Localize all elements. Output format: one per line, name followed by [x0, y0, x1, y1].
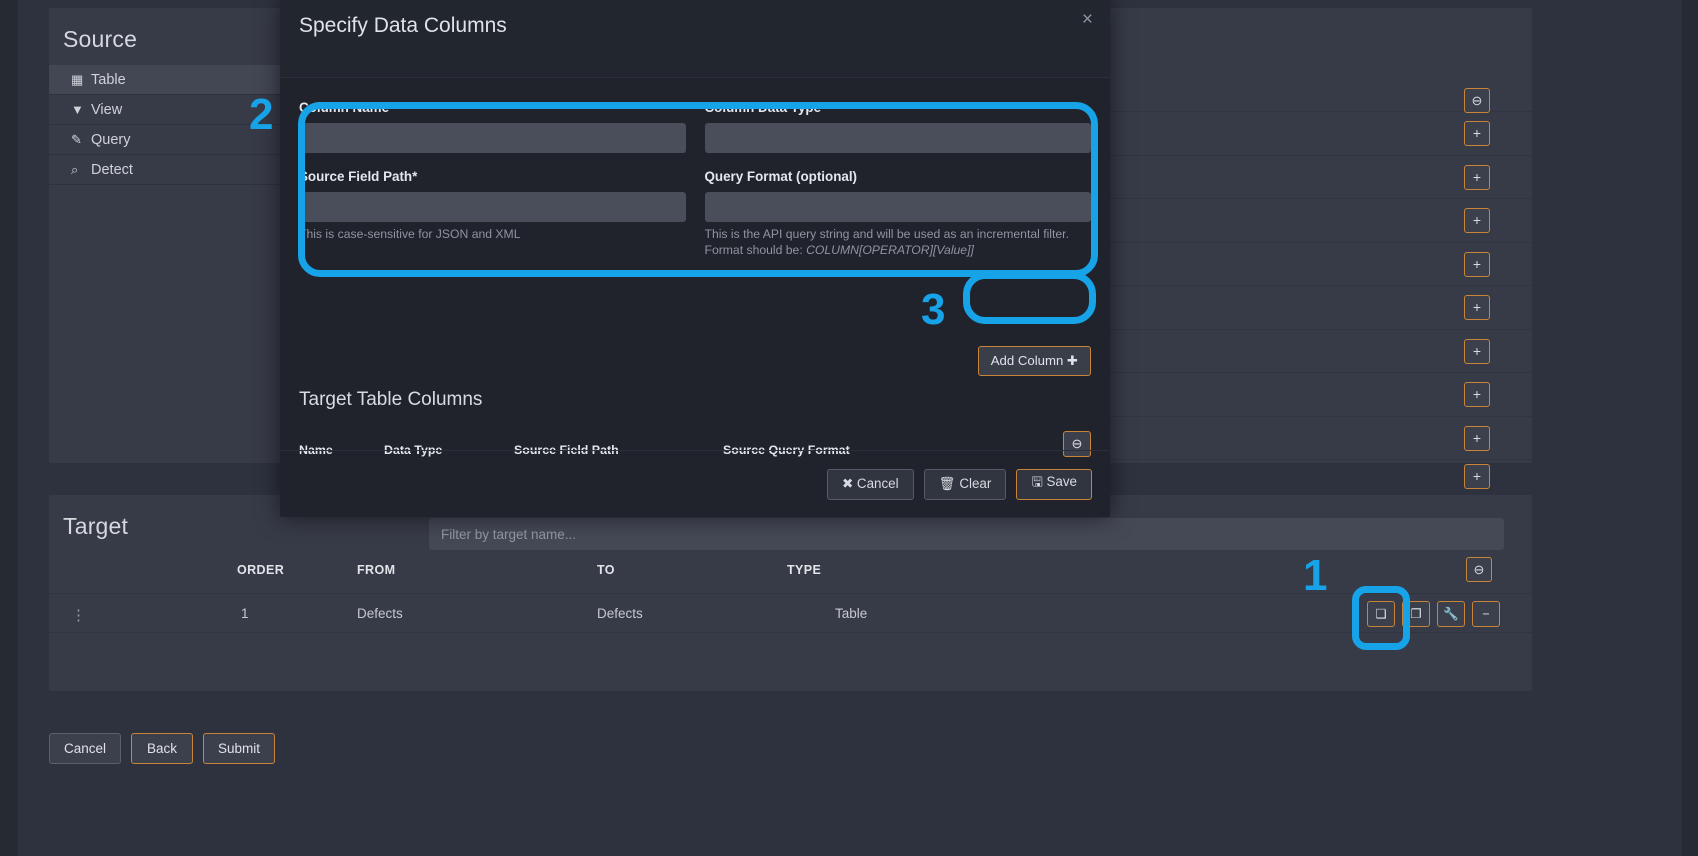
- source-add-button[interactable]: +: [1464, 464, 1490, 489]
- table-row: ⋮ 1 Defects Defects Table ❏ ❐ 🔧 −: [49, 593, 1532, 633]
- cancel-button[interactable]: Cancel: [49, 733, 122, 764]
- sidebar-item-view[interactable]: ▼ View: [49, 95, 319, 125]
- column-name-input[interactable]: [299, 123, 686, 153]
- source-field-path-input[interactable]: [299, 192, 686, 222]
- sidebar-item-detect[interactable]: ⌕ Detect: [49, 155, 319, 185]
- right-scrollbar[interactable]: [1682, 0, 1698, 856]
- cell-type: Table: [835, 606, 868, 621]
- modal-body: Column Name* Column Data Type* Source Fi…: [280, 78, 1110, 457]
- column-header-order: ORDER: [237, 563, 285, 577]
- column-data-type-input[interactable]: [704, 123, 1091, 153]
- source-add-button[interactable]: +: [1464, 208, 1490, 233]
- query-format-help-code: COLUMN[OPERATOR][Value]]: [806, 243, 974, 257]
- sidebar-item-label: Query: [91, 132, 131, 148]
- query-format-help: This is the API query string and will be…: [705, 226, 1092, 258]
- column-header-to: TO: [597, 563, 615, 577]
- edit-square-icon: ✎: [71, 132, 82, 147]
- target-filter-input[interactable]: [429, 518, 1504, 550]
- source-add-button[interactable]: +: [1464, 251, 1490, 277]
- modal-clear-button[interactable]: 🗑 Clear: [923, 468, 1007, 500]
- modal-title: Specify Data Columns: [299, 14, 507, 37]
- table-grid-icon: ▦: [71, 72, 84, 87]
- source-type-list: ▦ Table ▼ View ✎ Query ⌕ Detect: [49, 65, 319, 185]
- copy-icon-button[interactable]: ❐: [1402, 601, 1430, 627]
- cell-order: 1: [241, 606, 249, 621]
- sidebar-item-query[interactable]: ✎ Query: [49, 125, 319, 155]
- query-format-help-line1: This is the API query string and will be…: [704, 227, 1069, 241]
- column-data-type-label: Column Data Type*: [704, 100, 827, 115]
- row-actions: ❏ ❐ 🔧 −: [1367, 601, 1500, 627]
- specify-data-columns-modal: Specify Data Columns × Column Name* Colu…: [280, 0, 1110, 517]
- close-icon[interactable]: ×: [1082, 9, 1093, 31]
- target-table-header: ORDER FROM TO TYPE: [49, 563, 1532, 593]
- query-format-help-line2-prefix: Format should be:: [704, 243, 807, 257]
- sidebar-item-label: Table: [91, 72, 126, 88]
- column-data-type-group: Column Data Type*: [704, 100, 1091, 169]
- source-field-path-help: This is case-sensitive for JSON and XML: [299, 227, 521, 241]
- wizard-footer: Cancel Back Submit: [49, 733, 276, 764]
- sidebar-item-label: View: [91, 102, 123, 118]
- filter-icon: ▼: [71, 102, 84, 117]
- modal-footer: ✖ Cancel 🗑 Clear 🖫 Save: [280, 450, 1110, 517]
- column-name-label: Column Name*: [299, 100, 395, 115]
- query-format-input[interactable]: [704, 192, 1091, 222]
- source-add-button[interactable]: +: [1464, 164, 1490, 190]
- add-column-wrap: Add Column ✚: [977, 346, 1091, 376]
- source-add-button[interactable]: +: [1464, 295, 1490, 320]
- column-header-from: FROM: [357, 563, 396, 577]
- wrench-icon-button[interactable]: 🔧: [1437, 601, 1465, 627]
- modal-save-button[interactable]: 🖫 Save: [1016, 468, 1092, 500]
- left-rail: [0, 0, 18, 856]
- source-add-button[interactable]: +: [1464, 425, 1490, 451]
- target-panel: Target ORDER FROM TO TYPE ⊖ ⋮ 1 Defects …: [49, 495, 1532, 691]
- source-add-button[interactable]: +: [1464, 121, 1490, 146]
- target-table-columns-title: Target Table Columns: [299, 389, 483, 410]
- source-field-path-label: Source Field Path*: [299, 169, 418, 184]
- target-remove-all-button[interactable]: ⊖: [1466, 557, 1492, 582]
- source-field-path-group: Source Field Path* This is case-sensitiv…: [299, 169, 686, 260]
- column-header-type: TYPE: [787, 563, 822, 577]
- sidebar-item-table[interactable]: ▦ Table: [49, 65, 319, 95]
- sidebar-item-label: Detect: [91, 162, 133, 178]
- modal-header: Specify Data Columns ×: [280, 0, 1110, 78]
- column-form: Column Name* Column Data Type* Source Fi…: [299, 100, 1091, 260]
- submit-button[interactable]: Submit: [203, 733, 276, 764]
- cell-from: Defects: [357, 606, 403, 621]
- source-remove-all-button[interactable]: ⊖: [1464, 88, 1490, 113]
- column-name-group: Column Name*: [299, 100, 686, 169]
- back-button[interactable]: Back: [131, 733, 194, 764]
- add-column-button[interactable]: Add Column ✚: [977, 346, 1091, 376]
- source-add-button[interactable]: +: [1464, 338, 1490, 364]
- source-add-button[interactable]: +: [1464, 382, 1490, 407]
- query-format-group: Query Format (optional) This is the API …: [704, 169, 1092, 260]
- minus-icon-button[interactable]: −: [1472, 601, 1500, 627]
- query-format-label: Query Format (optional): [704, 169, 858, 184]
- magnifier-icon: ⌕: [71, 162, 79, 177]
- cell-to: Defects: [597, 606, 643, 621]
- columns-icon-button[interactable]: ❏: [1367, 601, 1395, 627]
- modal-cancel-button[interactable]: ✖ Cancel: [826, 468, 914, 500]
- drag-handle-icon[interactable]: ⋮: [71, 606, 86, 624]
